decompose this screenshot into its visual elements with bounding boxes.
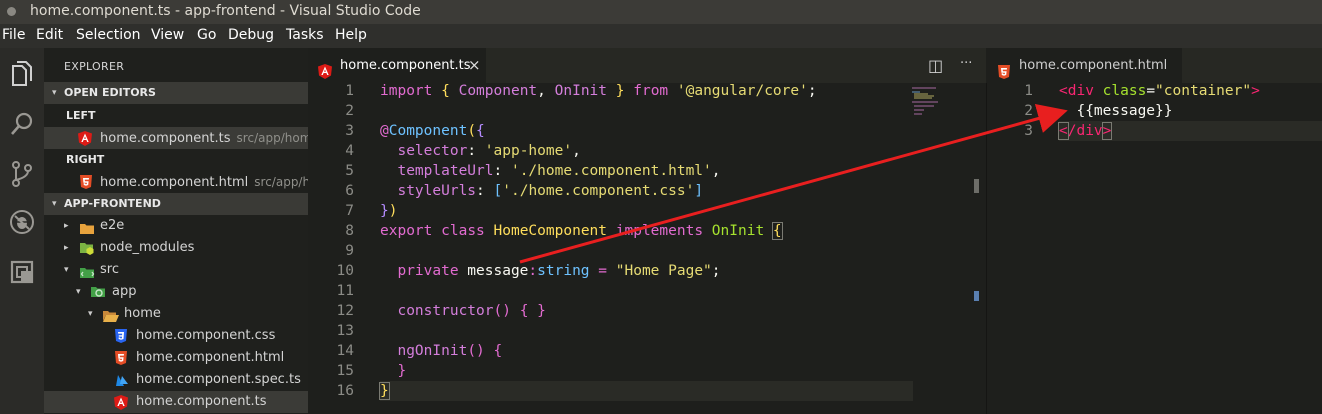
annotation-arrow — [519, 103, 1068, 264]
